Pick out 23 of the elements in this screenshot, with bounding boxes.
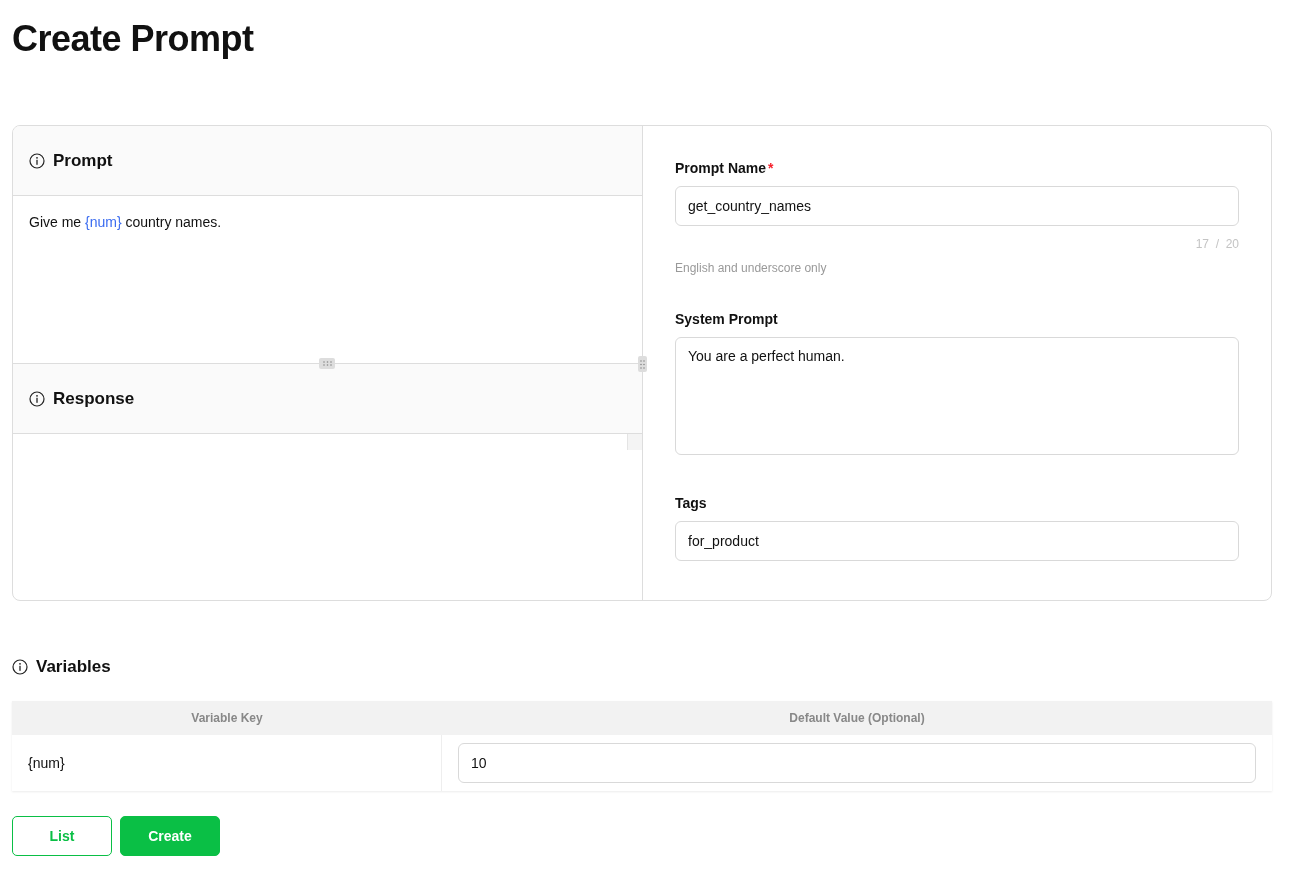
help-text: English and underscore only — [675, 261, 828, 275]
input-field[interactable]: get_country_names — [675, 186, 1239, 226]
info-icon — [29, 152, 45, 169]
info-icon — [29, 390, 45, 407]
field-label: Prompt Name* — [675, 160, 775, 176]
required-mark: * — [768, 160, 774, 176]
table-cell: {num} — [12, 735, 442, 791]
field-label: System Prompt — [675, 311, 779, 327]
section-title: Variables — [36, 657, 111, 677]
page-title: Create Prompt — [12, 17, 255, 61]
panel-title: Response — [53, 388, 135, 409]
field-label: Tags — [675, 495, 708, 511]
panel-title: Prompt — [53, 150, 113, 171]
resize-handle[interactable] — [319, 358, 335, 369]
prompt-text[interactable]: Give me {num} country names. — [29, 214, 222, 230]
column-header: Default Value (Optional) — [442, 701, 1272, 735]
input-field[interactable]: for_product — [675, 521, 1239, 561]
text-area[interactable]: You are a perfect human. — [675, 337, 1239, 455]
character-counter: 17 / 20 — [1195, 237, 1239, 251]
info-icon — [12, 659, 28, 675]
column-header: Variable Key — [12, 701, 442, 735]
resize-handle[interactable] — [638, 356, 647, 372]
input-field[interactable]: 10 — [458, 743, 1256, 783]
